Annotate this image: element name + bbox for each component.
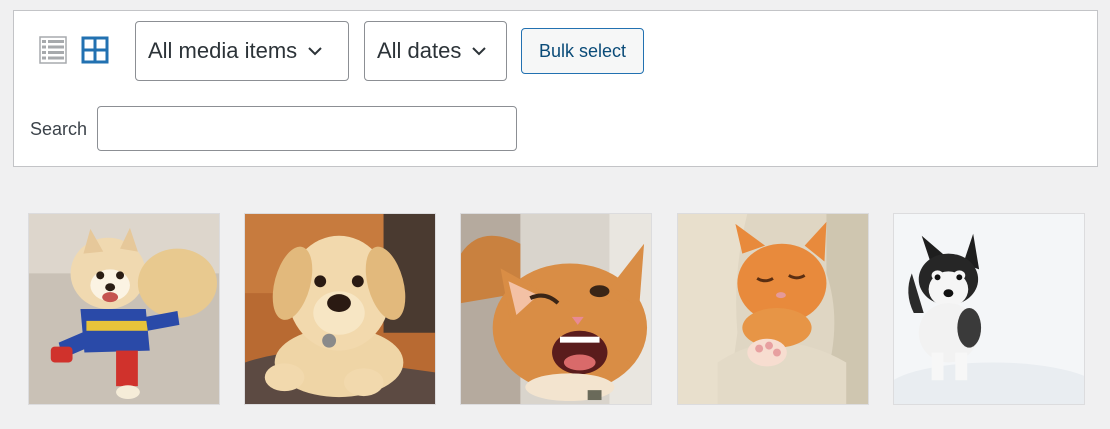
grid-view-button[interactable] (80, 36, 110, 69)
pomeranian-puppy-image (29, 214, 219, 404)
bulk-select-button[interactable]: Bulk select (521, 28, 644, 74)
date-filter[interactable]: All dates (364, 21, 507, 81)
winking-cat-image (461, 214, 651, 404)
chevron-down-icon (307, 46, 323, 56)
media-toolbar: All media items All dates Bulk select Se… (13, 10, 1098, 167)
attachment-thumbnail[interactable] (893, 213, 1085, 405)
list-view-button[interactable] (38, 35, 68, 69)
media-type-filter[interactable]: All media items (135, 21, 349, 81)
search-input[interactable] (97, 106, 517, 151)
date-filter-value: All dates (377, 38, 462, 63)
attachment-thumbnail[interactable] (677, 213, 869, 405)
sleeping-kitten-image (678, 214, 868, 404)
husky-puppy-image (894, 214, 1084, 404)
attachment-thumbnail[interactable] (244, 213, 436, 405)
attachment-thumbnail[interactable] (28, 213, 220, 405)
media-type-filter-value: All media items (148, 38, 298, 63)
chevron-down-icon (471, 46, 487, 56)
list-icon (39, 35, 67, 69)
search-label: Search (30, 119, 88, 139)
labrador-puppy-image (245, 214, 435, 404)
grid-icon (81, 36, 109, 69)
attachment-thumbnail[interactable] (460, 213, 652, 405)
